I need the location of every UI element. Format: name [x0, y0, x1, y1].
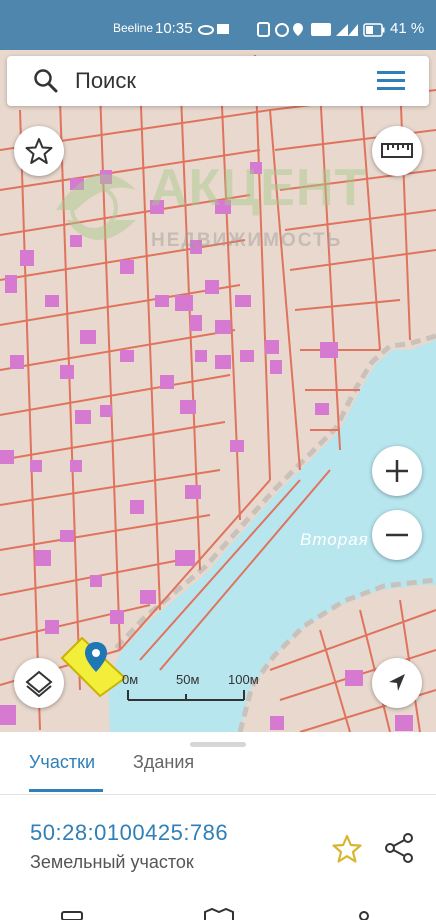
scale-bar: 0м 50м 100м [122, 672, 272, 704]
map-view[interactable]: АКЦЕНТ НЕДВИЖИМОСТЬ Вторая [0, 50, 436, 732]
ruler-icon [381, 143, 413, 158]
star-icon [25, 138, 53, 164]
scale-label-100: 100м [228, 672, 259, 687]
parcel-type: Земельный участок [30, 852, 194, 872]
cadastral-number[interactable]: 50:28:0100425:786 [30, 820, 228, 846]
sheet-handle[interactable] [190, 742, 246, 747]
status-bar: Beeline 10:35 41 % [0, 0, 436, 50]
search-icon[interactable] [33, 68, 59, 94]
locate-button[interactable] [372, 658, 422, 708]
zoom-in-button[interactable] [372, 446, 422, 496]
carrier-name: Beeline [113, 21, 154, 35]
status-icons [198, 22, 358, 37]
map-canvas [0, 54, 436, 732]
share-icon[interactable] [384, 832, 414, 864]
bottom-nav-partial [61, 907, 369, 920]
scale-label-50: 50м [176, 672, 200, 687]
app-screen: Beeline 10:35 41 % АКЦЕНТ НЕДВИЖИМОСТЬ В… [0, 0, 436, 920]
tab-buildings[interactable]: Здания [133, 752, 194, 773]
menu-icon[interactable] [375, 68, 407, 94]
zoom-out-button[interactable] [372, 510, 422, 560]
tab-parcels[interactable]: Участки [29, 752, 95, 773]
layers-icon [25, 670, 53, 697]
map-pin-icon [85, 642, 107, 672]
status-time: 10:35 [155, 20, 193, 37]
measure-button[interactable] [372, 126, 422, 176]
zoom-in-icon [386, 460, 408, 482]
search-bar[interactable]: Поиск [7, 56, 429, 106]
tabs-divider [0, 794, 436, 795]
search-input[interactable]: Поиск [75, 68, 136, 94]
favorite-star-icon[interactable] [332, 834, 362, 864]
battery-percent: 41 % [390, 20, 425, 37]
favorites-button[interactable] [14, 126, 64, 176]
layers-button[interactable] [14, 658, 64, 708]
parcel-info-sheet: Участки Здания 50:28:0100425:786 Земельн… [0, 732, 436, 920]
zoom-out-icon [386, 533, 408, 537]
battery-icon [363, 23, 385, 37]
locate-icon [389, 674, 405, 691]
scale-ruler [127, 690, 245, 701]
water-body-label: Вторая [300, 530, 369, 549]
active-tab-indicator [29, 789, 103, 792]
scale-label-0: 0м [122, 672, 139, 687]
